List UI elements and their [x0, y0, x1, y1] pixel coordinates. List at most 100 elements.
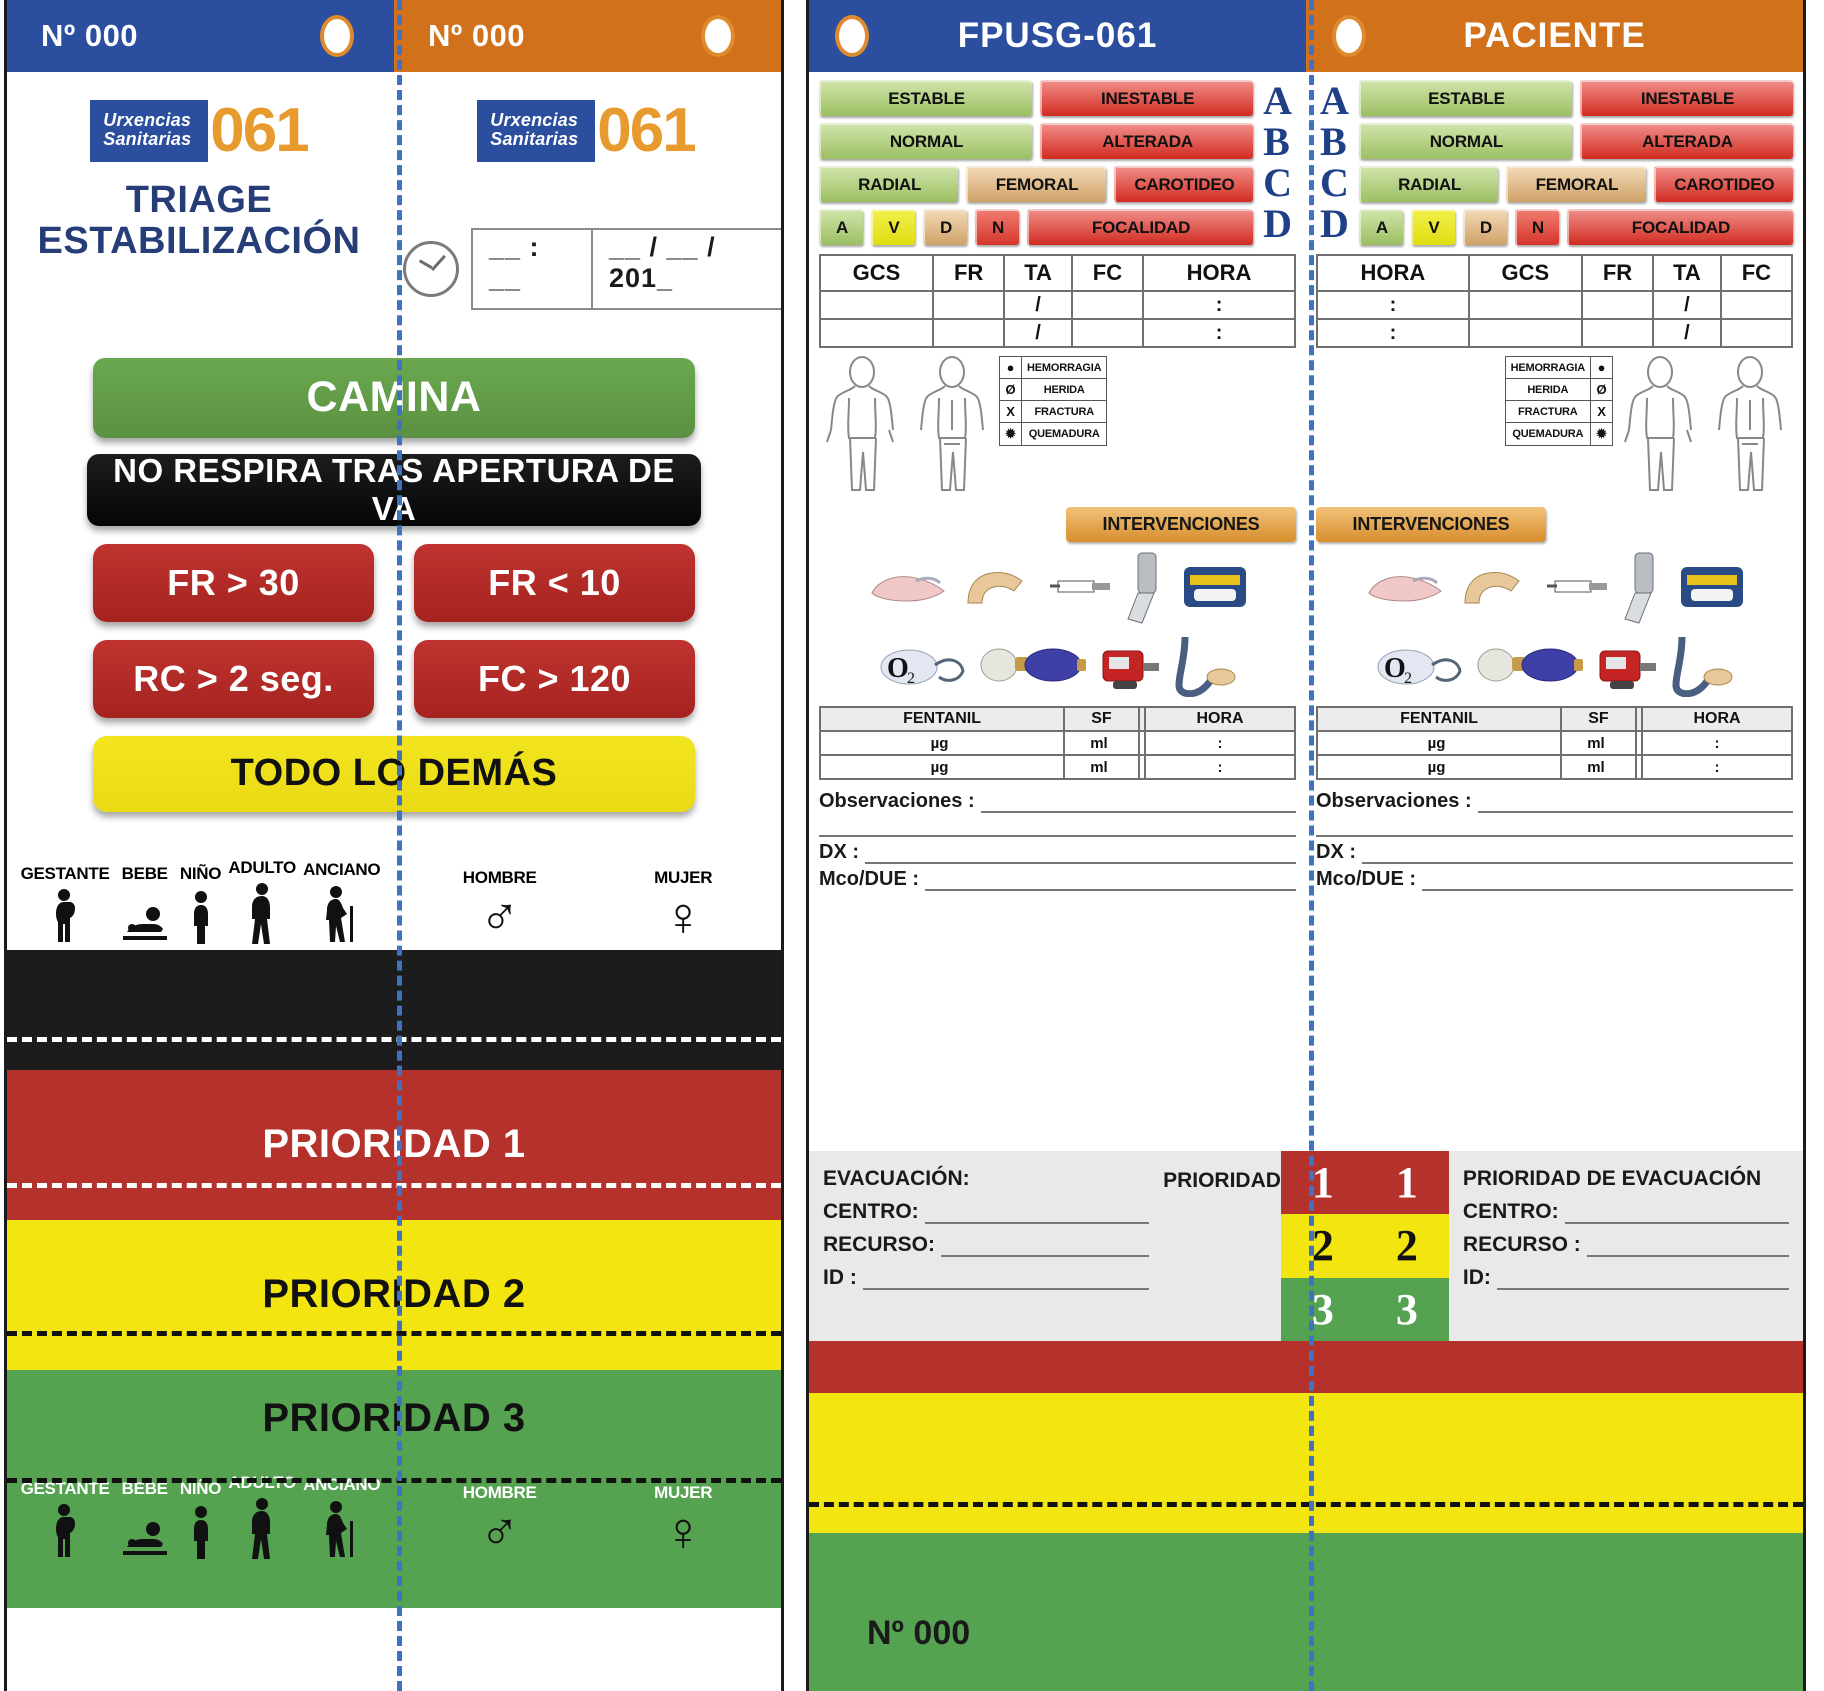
cell-hora[interactable]: :	[1142, 290, 1296, 320]
body-diagram-back-icon[interactable]	[1707, 356, 1793, 501]
triage-step-fr-gt-30[interactable]: FR > 30	[93, 543, 374, 622]
table-row[interactable]: : /	[1316, 318, 1794, 348]
avdn-a-button[interactable]: A	[1358, 209, 1403, 245]
time-date-entry[interactable]: __ : __ __ / __ / 201_	[391, 227, 781, 310]
avdn-v-button[interactable]: V	[871, 209, 915, 245]
endotracheal-tube-icon[interactable]	[1668, 633, 1738, 697]
avdn-n-button[interactable]: N	[1514, 209, 1559, 245]
cervical-collar-icon[interactable]	[1180, 557, 1250, 617]
pictogram-mujer[interactable]: MUJER ♀	[654, 1483, 712, 1559]
interventions-label[interactable]: INTERVENCIONES	[1066, 507, 1296, 542]
suction-device-icon[interactable]	[1093, 637, 1165, 693]
mco-due-line[interactable]: Mco/DUE :	[1316, 868, 1793, 891]
cell-fr[interactable]	[932, 290, 1006, 320]
pictogram-hombre[interactable]: HOMBRE ♂	[463, 1483, 537, 1559]
dx-input[interactable]	[865, 844, 1296, 864]
pictogram-adulto[interactable]: ADULTO	[228, 858, 296, 944]
nasal-cannula-icon[interactable]	[866, 563, 954, 611]
cell-sf-unit[interactable]: ml	[1063, 730, 1140, 756]
id-line[interactable]: ID:	[1463, 1266, 1789, 1290]
status-normal-button[interactable]: NORMAL	[1358, 123, 1572, 159]
mco-due-input[interactable]	[925, 871, 1296, 891]
observaciones-line-2[interactable]	[1316, 817, 1793, 837]
cell-hora[interactable]: :	[1641, 730, 1793, 756]
body-diagram-back-icon[interactable]	[909, 356, 995, 501]
status-normal-button[interactable]: NORMAL	[819, 123, 1033, 159]
cell-fentanil-unit[interactable]: µg	[1315, 754, 1563, 780]
observaciones-line[interactable]: Observaciones :	[1316, 790, 1793, 813]
pictogram-mujer[interactable]: MUJER ♀	[654, 868, 712, 944]
cell-hora[interactable]: :	[1316, 318, 1470, 348]
centro-line[interactable]: CENTRO:	[823, 1200, 1150, 1224]
avdn-d-button[interactable]: D	[923, 209, 967, 245]
table-row[interactable]: µg ml :	[818, 754, 1296, 780]
cell-ta[interactable]: /	[1652, 290, 1722, 320]
syringe-icon[interactable]	[1543, 569, 1613, 605]
time-input[interactable]: __ : __	[473, 229, 593, 308]
focalidad-button[interactable]: FOCALIDAD	[1027, 209, 1254, 245]
cell-fr[interactable]	[1580, 290, 1655, 320]
status-estable-button[interactable]: ESTABLE	[1358, 80, 1572, 116]
observaciones-input-2[interactable]	[1316, 817, 1793, 837]
cell-ta[interactable]: /	[1652, 318, 1722, 348]
endotracheal-tube-icon[interactable]	[1171, 633, 1241, 697]
mco-due-line[interactable]: Mco/DUE :	[819, 868, 1296, 891]
cell-gcs[interactable]	[1467, 318, 1583, 348]
priority-band-3[interactable]: PRIORIDAD 3 GESTANTE BEBE NIÑO ADULTO AN…	[7, 1369, 781, 1608]
mco-due-input[interactable]	[1422, 871, 1793, 891]
date-input[interactable]: __ / __ / 201_	[593, 230, 781, 308]
table-row[interactable]: / :	[818, 318, 1296, 348]
cell-fr[interactable]	[1580, 318, 1655, 348]
laryngoscope-icon[interactable]	[1619, 549, 1671, 625]
cell-hora[interactable]: :	[1316, 290, 1470, 320]
pictogram-nino[interactable]: NIÑO	[180, 1479, 222, 1559]
syringe-icon[interactable]	[1046, 569, 1116, 605]
pictogram-bebe[interactable]: BEBE	[117, 864, 173, 944]
bag-valve-mask-icon[interactable]	[1474, 637, 1584, 693]
avdn-d-button[interactable]: D	[1462, 209, 1507, 245]
priority-2-button[interactable]: 2	[1364, 1214, 1449, 1278]
id-input[interactable]	[862, 1270, 1150, 1290]
status-alterada-button[interactable]: ALTERADA	[1040, 123, 1254, 159]
pictogram-adulto[interactable]: ADULTO	[228, 1473, 296, 1559]
dx-input[interactable]	[1362, 844, 1793, 864]
status-estable-button[interactable]: ESTABLE	[819, 80, 1033, 116]
cell-hora[interactable]: :	[1144, 730, 1296, 756]
drug-table-right[interactable]: FENTANIL SF HORA µg ml : µg ml:	[1315, 706, 1793, 780]
vitals-table-left[interactable]: GCS FR TA FC HORA / : /:	[818, 254, 1296, 348]
cell-fentanil-unit[interactable]: µg	[818, 754, 1066, 780]
observaciones-input-2[interactable]	[819, 817, 1296, 837]
table-row[interactable]: µg ml :	[1315, 730, 1793, 756]
pictogram-gestante[interactable]: GESTANTE	[21, 1479, 110, 1559]
pictogram-hombre[interactable]: HOMBRE ♂	[463, 868, 537, 944]
bag-valve-mask-icon[interactable]	[977, 637, 1087, 693]
avdn-n-button[interactable]: N	[975, 209, 1019, 245]
priority-3-button[interactable]: 3	[1280, 1277, 1365, 1341]
avdn-a-button[interactable]: A	[819, 209, 863, 245]
centro-line[interactable]: CENTRO:	[1463, 1200, 1789, 1224]
priority-1-button[interactable]: 1	[1280, 1151, 1365, 1215]
triage-step-fc-gt-120[interactable]: FC > 120	[414, 639, 695, 718]
pictogram-gestante[interactable]: GESTANTE	[21, 864, 110, 944]
cell-ta[interactable]: /	[1003, 290, 1073, 320]
recurso-input[interactable]	[1586, 1237, 1789, 1257]
priority-stack-left[interactable]: 1 2 3	[1280, 1151, 1365, 1341]
priority-band-black[interactable]	[7, 949, 781, 1070]
dx-line[interactable]: DX :	[1316, 841, 1793, 864]
status-alterada-button[interactable]: ALTERADA	[1579, 123, 1794, 159]
cell-sf-unit[interactable]: ml	[1560, 730, 1637, 756]
dx-line[interactable]: DX :	[819, 841, 1296, 864]
guedel-airway-icon[interactable]	[1457, 563, 1537, 611]
pulse-femoral-button[interactable]: FEMORAL	[966, 166, 1106, 202]
cell-ta[interactable]: /	[1003, 318, 1073, 348]
body-diagram-front-icon[interactable]	[819, 356, 905, 501]
cell-fc[interactable]	[1719, 318, 1794, 348]
cell-fentanil-unit[interactable]: µg	[818, 730, 1066, 756]
triage-step-fr-lt-10[interactable]: FR < 10	[414, 543, 695, 622]
triage-step-todo-lo-demas[interactable]: TODO LO DEMÁS	[93, 735, 695, 812]
cell-fc[interactable]	[1719, 290, 1794, 320]
pictogram-nino[interactable]: NIÑO	[180, 864, 222, 944]
cell-hora[interactable]: :	[1144, 754, 1296, 780]
triage-step-camina[interactable]: CAMINA	[93, 357, 695, 438]
cell-hora[interactable]: :	[1142, 318, 1296, 348]
